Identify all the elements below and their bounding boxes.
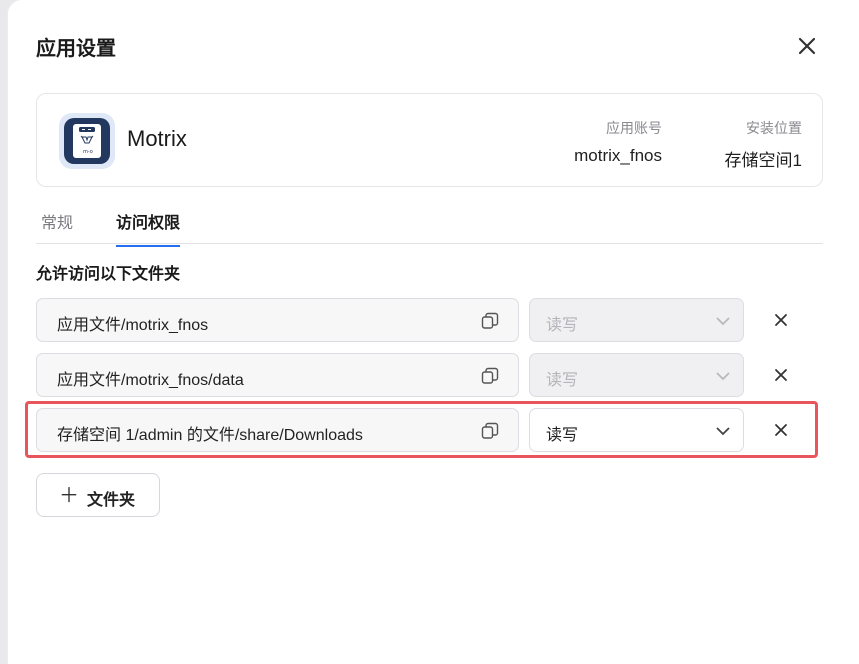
folder-path-field[interactable]: 应用文件/motrix_fnos [36, 298, 519, 342]
dialog-title: 应用设置 [36, 36, 116, 60]
settings-tabs: 常规 访问权限 [36, 200, 823, 247]
install-location-label: 安装位置 [746, 121, 802, 137]
app-settings-dialog: 应用设置 m-o Motrix 应用账号 motrix_fnos 安装位置 存储… [8, 0, 859, 664]
permission-value: 读写 [546, 315, 579, 334]
remove-folder-button[interactable] [770, 419, 792, 441]
folder-path-text: 应用文件/motrix_fnos [57, 317, 209, 334]
install-location: 安装位置 存储空间1 [725, 118, 802, 171]
app-account: 应用账号 motrix_fnos [574, 118, 662, 166]
app-account-value: motrix_fnos [574, 146, 662, 165]
app-info-card: m-o Motrix 应用账号 motrix_fnos 安装位置 存储空间1 [36, 93, 823, 187]
folder-path-field[interactable]: 应用文件/motrix_fnos/data [36, 353, 519, 397]
folder-row: 应用文件/motrix_fnos 读写 [36, 298, 826, 344]
folder-path-text: 存储空间 1/admin 的文件/share/Downloads [57, 427, 363, 444]
folder-row: 应用文件/motrix_fnos/data 读写 [36, 353, 826, 399]
copy-icon[interactable] [480, 366, 500, 386]
copy-icon[interactable] [480, 311, 500, 331]
remove-folder-button[interactable] [770, 364, 792, 386]
folder-row: 存储空间 1/admin 的文件/share/Downloads 读写 [36, 408, 826, 454]
permission-value: 读写 [546, 425, 579, 444]
motrix-app-icon: m-o [59, 113, 115, 169]
permission-select: 读写 [529, 353, 744, 397]
chevron-down-icon [716, 427, 730, 436]
permission-value: 读写 [546, 370, 579, 389]
folder-path-field[interactable]: 存储空间 1/admin 的文件/share/Downloads [36, 408, 519, 452]
close-icon [775, 369, 787, 381]
permission-select[interactable]: 读写 [529, 408, 744, 452]
permission-select: 读写 [529, 298, 744, 342]
install-location-value: 存储空间1 [724, 151, 802, 170]
close-icon [775, 424, 787, 436]
tab-general[interactable]: 常规 [41, 209, 73, 245]
tab-access-permissions[interactable]: 访问权限 [116, 209, 181, 247]
folder-path-text: 应用文件/motrix_fnos/data [57, 372, 244, 389]
svg-text:m-o: m-o [83, 149, 93, 155]
close-icon [775, 314, 787, 326]
add-folder-label: 文件夹 [87, 490, 136, 509]
section-title: 允许访问以下文件夹 [36, 264, 181, 283]
plus-icon: ＋ [59, 483, 79, 507]
close-button[interactable] [794, 33, 820, 59]
copy-icon[interactable] [480, 421, 500, 441]
close-icon [798, 37, 816, 55]
remove-folder-button[interactable] [770, 309, 792, 331]
chevron-down-icon [716, 317, 730, 326]
chevron-down-icon [716, 372, 730, 381]
app-account-label: 应用账号 [606, 121, 662, 137]
app-name: Motrix [127, 126, 187, 151]
add-folder-button[interactable]: ＋ 文件夹 [36, 473, 160, 517]
